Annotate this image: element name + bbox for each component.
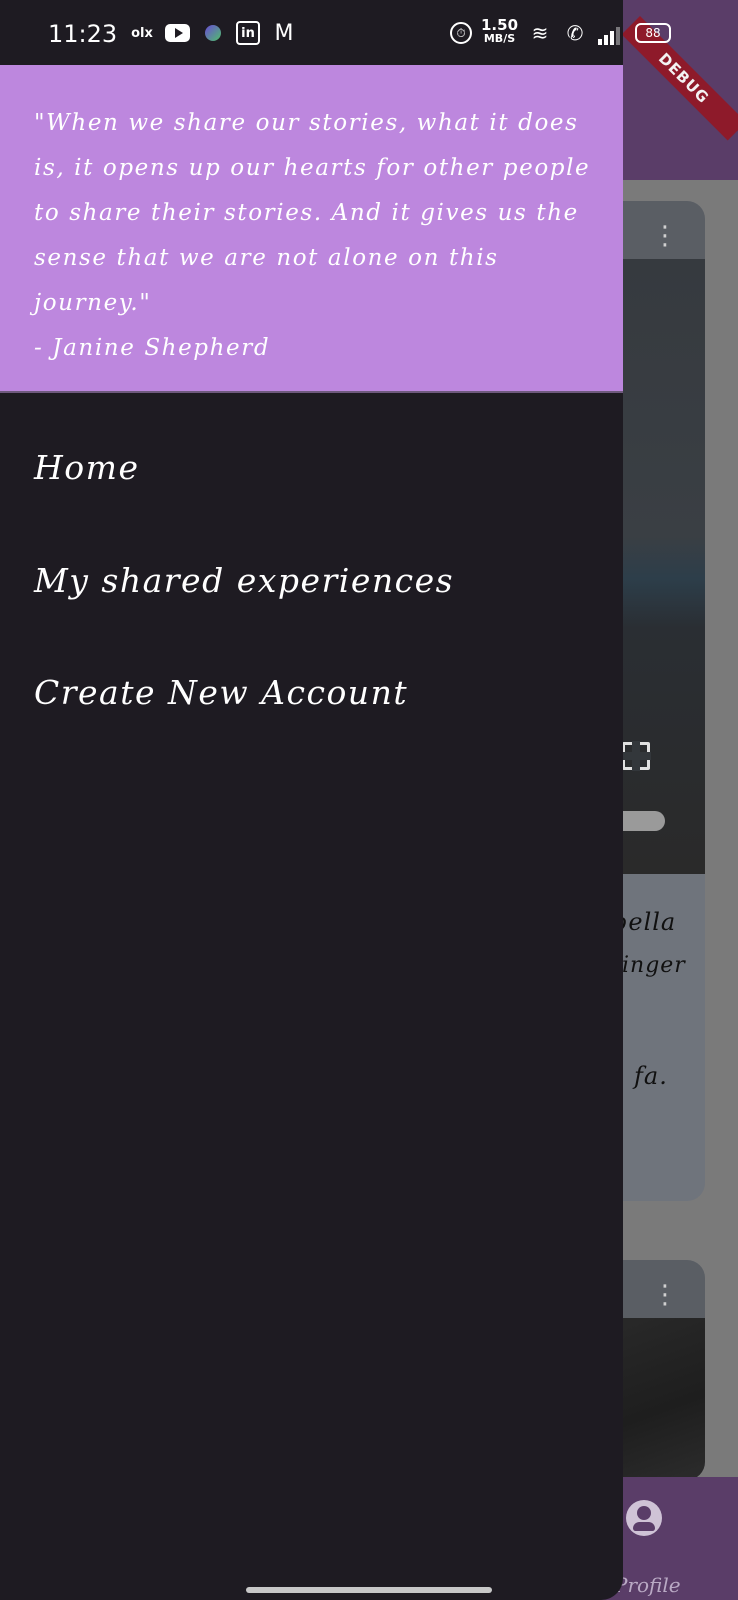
battery-icon: 88 — [635, 23, 671, 43]
status-time: 11:23 — [48, 20, 118, 48]
menu-item-home[interactable]: Home — [34, 448, 139, 487]
more-options-icon[interactable]: ⋮ — [652, 223, 678, 249]
alarm-icon: ⏱ — [450, 22, 472, 44]
menu-item-my-shared-experiences[interactable]: My shared experiences — [34, 561, 454, 600]
gmail-icon: M — [274, 20, 294, 46]
linkedin-icon: in — [236, 21, 260, 45]
menu-item-create-new-account[interactable]: Create New Account — [34, 673, 408, 712]
wifi-icon: ≋ — [531, 21, 549, 45]
fullscreen-icon[interactable] — [621, 741, 651, 771]
profile-nav-label[interactable]: Profile — [614, 1573, 681, 1597]
drawer-header: "When we share our stories, what it does… — [0, 65, 623, 393]
card-text-line: fa. — [634, 1062, 668, 1090]
youtube-icon — [165, 24, 190, 42]
status-bar: 11:23 olx in M ⏱ 1.50 MB/S ≋ ✆ — [0, 0, 623, 65]
more-options-icon[interactable]: ⋮ — [652, 1282, 678, 1308]
card-text-line: inger — [622, 953, 686, 978]
network-speed-unit: MB/S — [483, 32, 516, 45]
gesture-home-bar[interactable] — [246, 1587, 492, 1593]
olx-icon: olx — [131, 25, 153, 41]
wifi-calling-icon: ✆ — [566, 21, 584, 45]
profile-icon[interactable] — [626, 1500, 662, 1536]
signal-icon — [598, 27, 622, 45]
drawer-quote: "When we share our stories, what it does… — [34, 110, 591, 361]
navigation-drawer: "When we share our stories, what it does… — [0, 0, 623, 1600]
leaf-app-icon — [205, 25, 221, 41]
network-speed: 1.50 MB/S — [481, 18, 518, 46]
